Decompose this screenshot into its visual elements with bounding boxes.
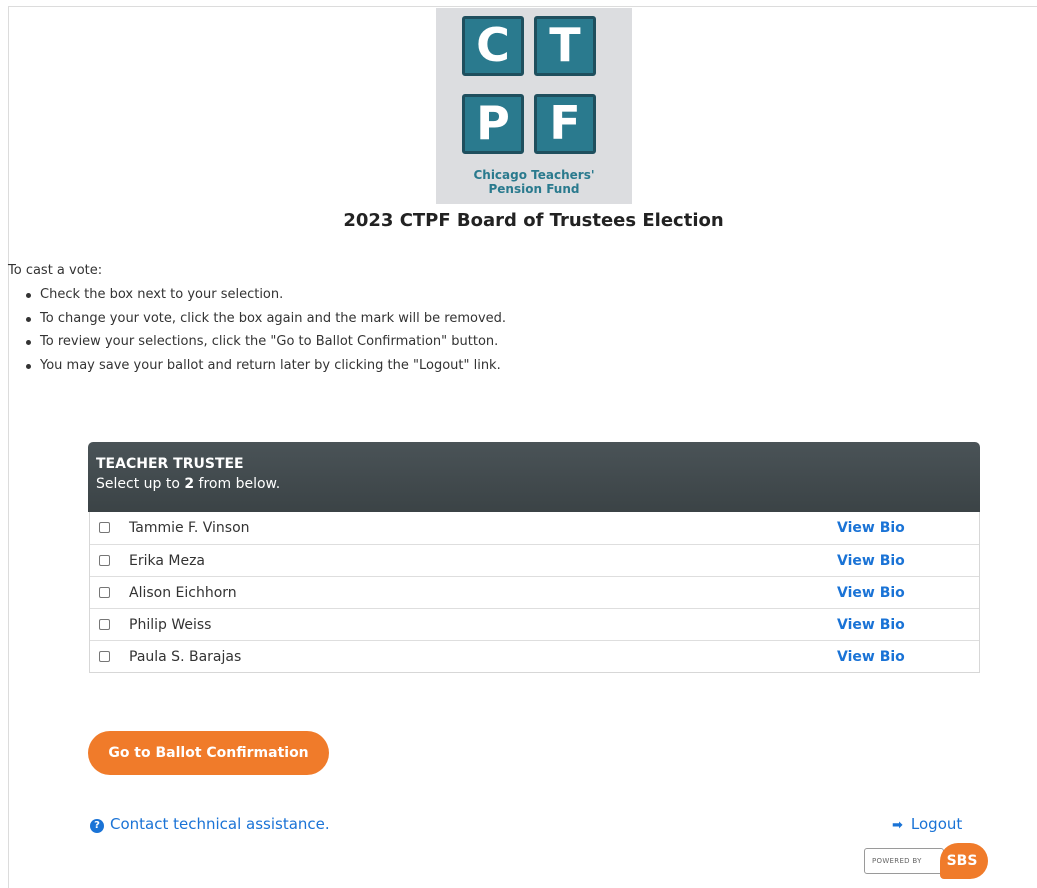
- sbs-logo: SBS: [940, 843, 988, 879]
- view-bio-link[interactable]: View Bio: [837, 584, 905, 602]
- view-bio-link[interactable]: View Bio: [837, 616, 905, 634]
- sign-out-icon: ➡: [892, 818, 903, 833]
- instruction-item: You may save your ballot and return late…: [25, 354, 506, 378]
- logo-tile: C: [462, 16, 524, 76]
- candidate-checkbox[interactable]: [99, 587, 110, 598]
- powered-by-sbs-badge: POWERED BY SBS: [864, 843, 988, 883]
- voting-instructions: To cast a vote: Check the box next to yo…: [8, 262, 506, 377]
- contact-technical-assistance-link[interactable]: ? Contact technical assistance.: [90, 814, 330, 834]
- candidate-checkbox[interactable]: [99, 619, 110, 630]
- contest-instructions: Select up to 2 from below.: [96, 473, 972, 495]
- page-title: 2023 CTPF Board of Trustees Election: [343, 210, 724, 231]
- candidate-name: Philip Weiss: [129, 617, 212, 633]
- select-prefix: Select up to: [96, 476, 185, 492]
- candidate-name: Paula S. Barajas: [129, 649, 242, 665]
- select-count: 2: [184, 476, 195, 492]
- instruction-item: To review your selections, click the "Go…: [25, 330, 506, 354]
- contest-header: TEACHER TRUSTEE Select up to 2 from belo…: [88, 442, 980, 512]
- candidate-checkbox[interactable]: [99, 651, 110, 662]
- candidate-checkbox[interactable]: [99, 522, 110, 533]
- instruction-item: To change your vote, click the box again…: [25, 307, 506, 331]
- question-circle-icon: ?: [90, 819, 104, 833]
- logo-text-line2: Pension Fund: [488, 182, 580, 196]
- candidate-name: Tammie F. Vinson: [129, 520, 250, 536]
- candidate-row: Tammie F. Vinson View Bio: [90, 512, 979, 544]
- candidate-row: Alison Eichhorn View Bio: [90, 576, 979, 608]
- candidate-name: Alison Eichhorn: [129, 585, 237, 601]
- instructions-list: Check the box next to your selection. To…: [8, 283, 506, 377]
- logo-tile: P: [462, 94, 524, 154]
- view-bio-link[interactable]: View Bio: [837, 648, 905, 666]
- candidate-list: Tammie F. Vinson View Bio Erika Meza Vie…: [89, 512, 980, 673]
- candidate-checkbox[interactable]: [99, 555, 110, 566]
- candidate-name: Erika Meza: [129, 553, 206, 569]
- contest-title: TEACHER TRUSTEE: [96, 456, 244, 472]
- view-bio-link[interactable]: View Bio: [837, 519, 905, 537]
- candidate-row: Philip Weiss View Bio: [90, 608, 979, 640]
- ballot-contest: TEACHER TRUSTEE Select up to 2 from belo…: [88, 442, 980, 673]
- candidate-row: Erika Meza View Bio: [90, 544, 979, 576]
- instructions-intro: To cast a vote:: [8, 263, 103, 278]
- go-to-ballot-confirmation-button[interactable]: Go to Ballot Confirmation: [88, 731, 329, 775]
- powered-by-label: POWERED BY: [864, 848, 944, 874]
- select-suffix: from below.: [194, 476, 281, 492]
- candidate-row: Paula S. Barajas View Bio: [90, 640, 979, 672]
- logo-tile: F: [534, 94, 596, 154]
- logo-text-line1: Chicago Teachers': [473, 168, 595, 182]
- help-link-label: Contact technical assistance.: [110, 815, 330, 833]
- logout-link[interactable]: ➡ Logout: [892, 814, 962, 836]
- logo-tile: T: [534, 16, 596, 76]
- ctpf-logo: C T P F Chicago Teachers' Pension Fund: [436, 8, 632, 204]
- logout-label: Logout: [910, 815, 963, 833]
- instruction-item: Check the box next to your selection.: [25, 283, 506, 307]
- view-bio-link[interactable]: View Bio: [837, 552, 905, 570]
